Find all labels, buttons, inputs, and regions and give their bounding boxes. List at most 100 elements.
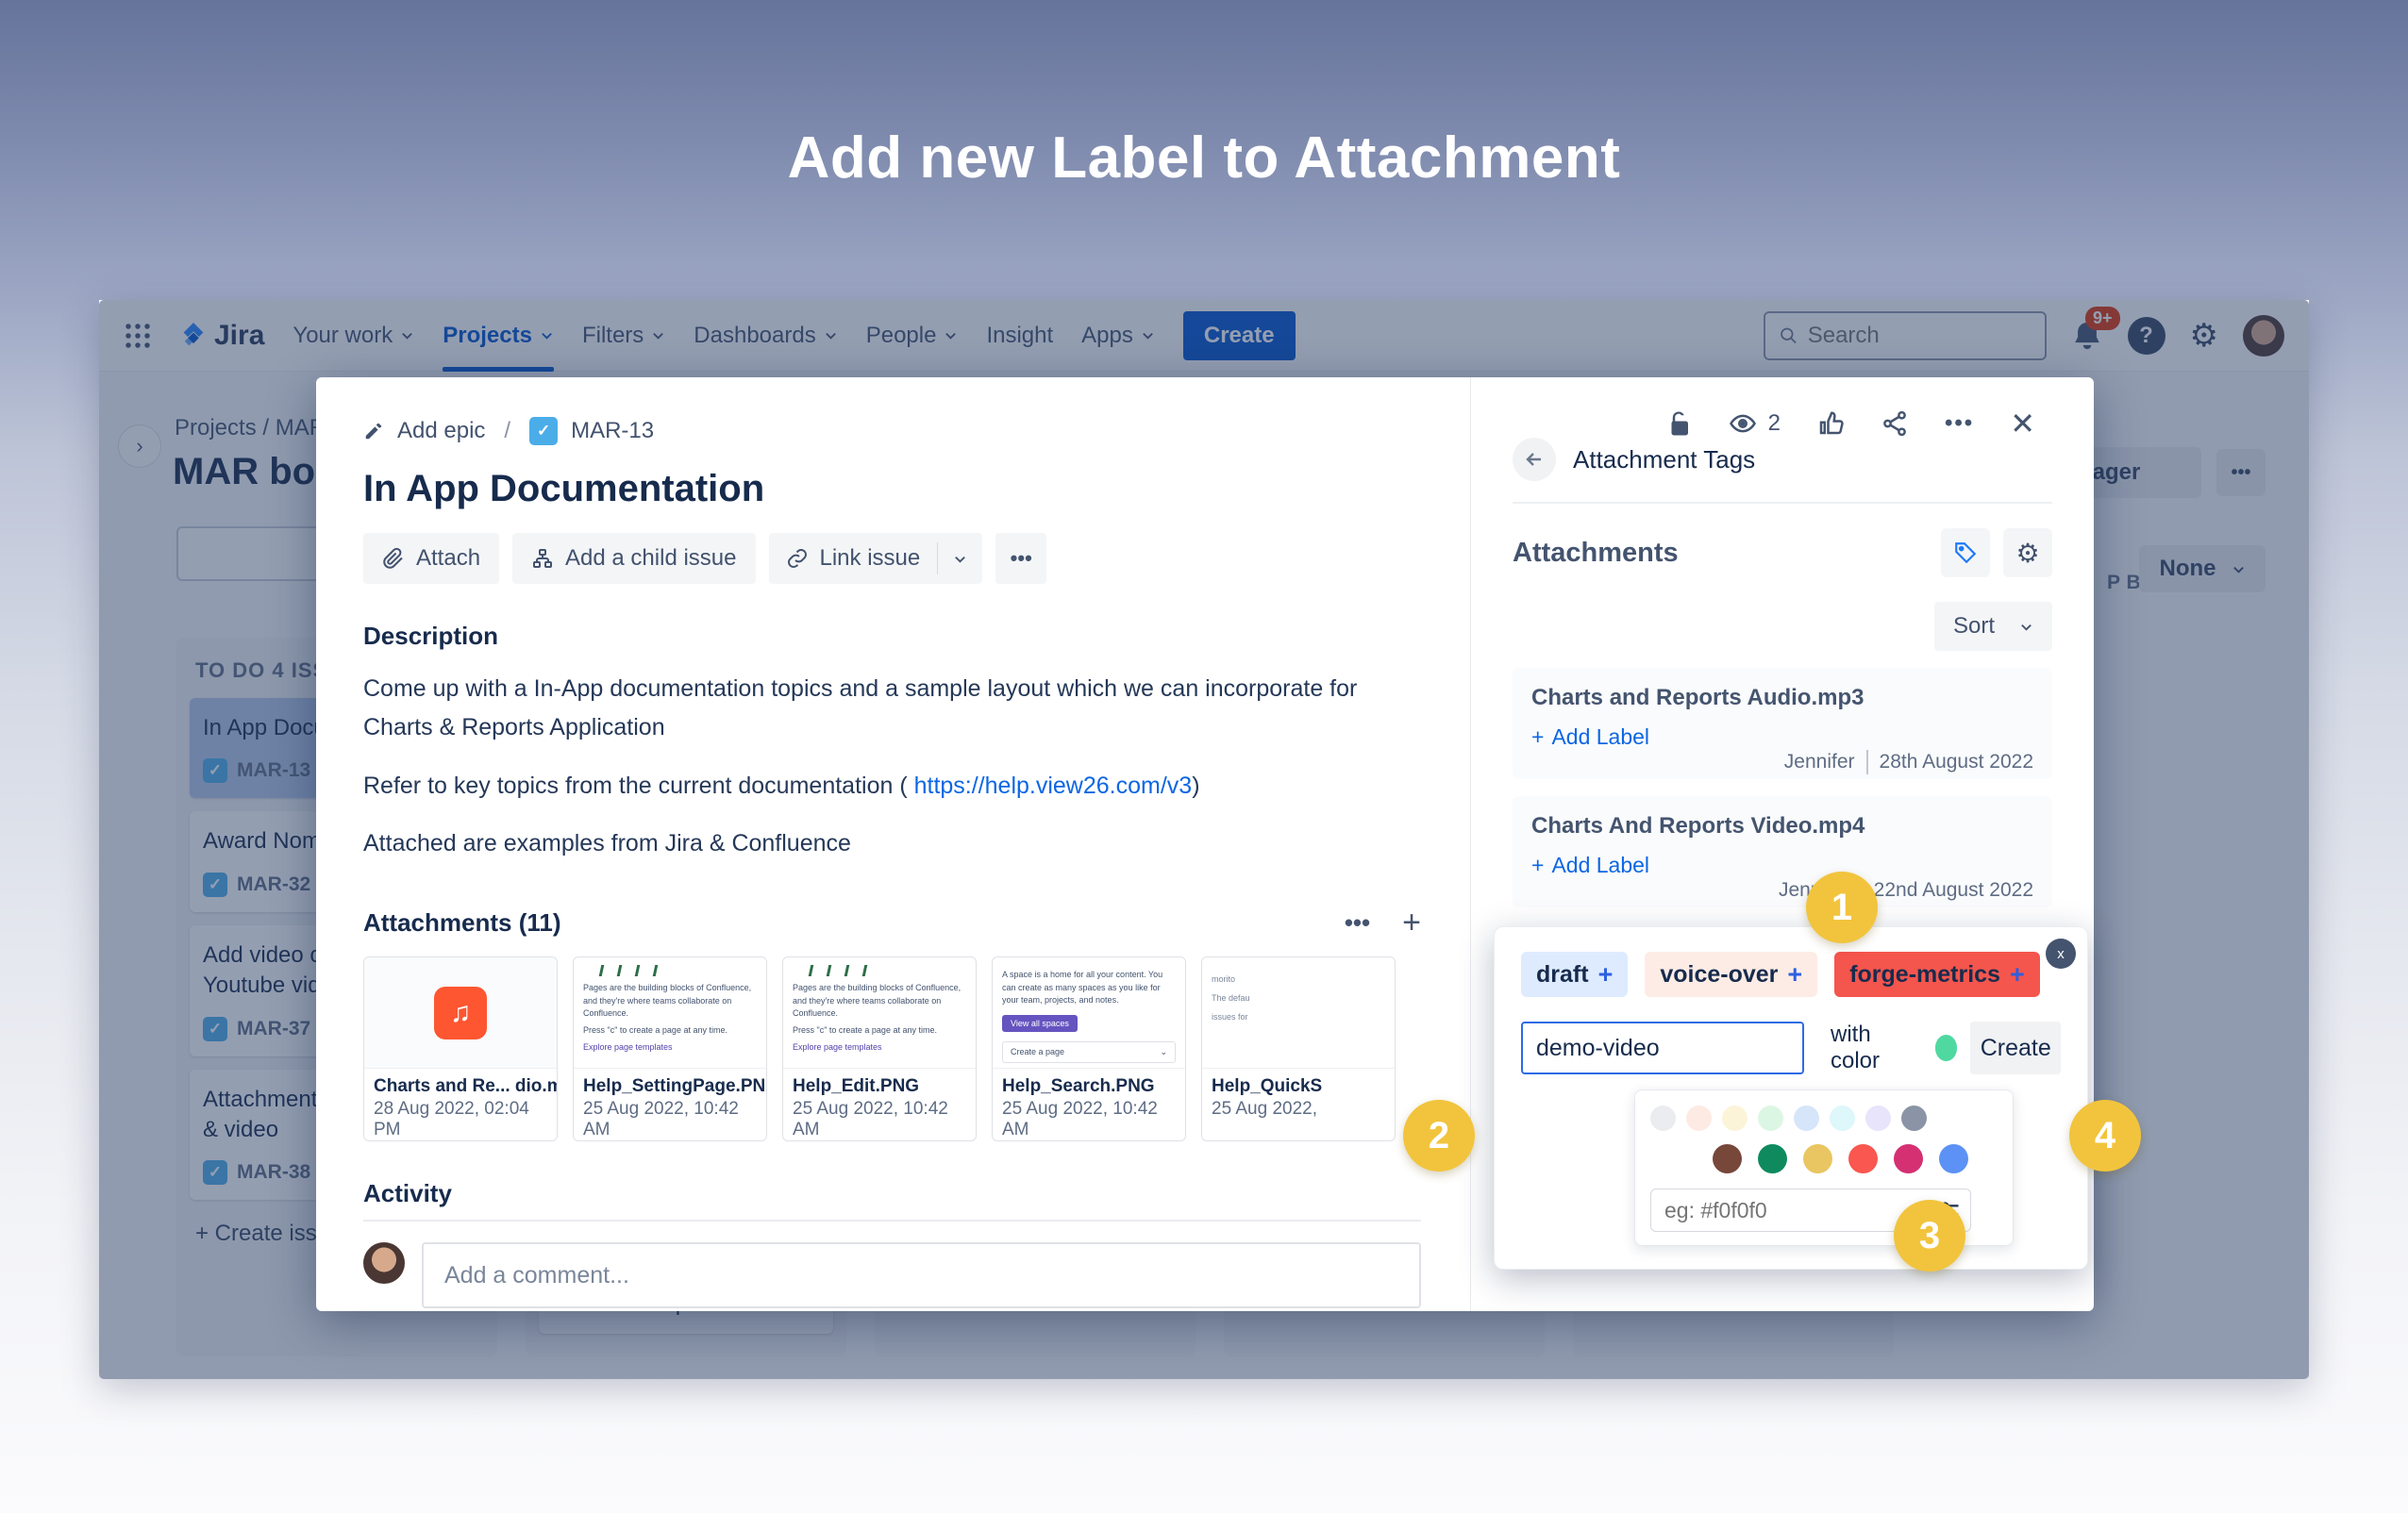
attachment-tags-panel: Attachment Tags Attachments ⚙ Sort — [1471, 377, 2094, 1311]
panel-settings-button[interactable]: ⚙ — [2003, 528, 2052, 577]
attachments-more-button[interactable]: ••• — [1345, 908, 1370, 938]
page-background: Add new Label to Attachment Jira Your wo… — [0, 0, 2408, 1513]
description-heading: Description — [363, 622, 1421, 651]
issue-detail-pane: Add epic / ✓ MAR-13 In App Documentation… — [316, 377, 1471, 1311]
color-swatch[interactable] — [1722, 1106, 1747, 1131]
color-swatch[interactable] — [1803, 1144, 1832, 1173]
attachments-add-button[interactable]: + — [1402, 905, 1421, 941]
color-swatch[interactable] — [1713, 1144, 1742, 1173]
link-issue-dropdown-caret[interactable] — [938, 552, 982, 566]
link-issue-split-button[interactable]: Link issue — [769, 533, 983, 584]
sort-row: Sort — [1513, 602, 2052, 651]
gear-icon: ⚙ — [2015, 538, 2039, 569]
jira-app-window: Jira Your work Projects Filters Dashboar… — [99, 300, 2309, 1379]
color-swatch[interactable] — [1830, 1106, 1855, 1131]
like-icon[interactable] — [1816, 409, 1845, 438]
tag-chip-draft[interactable]: draft+ — [1521, 952, 1628, 997]
screenshot-thumbnail: A space is a home for all your content. … — [993, 957, 1185, 1069]
color-swatch[interactable] — [1848, 1144, 1878, 1173]
tag-icon — [1953, 540, 1978, 565]
documentation-link[interactable]: https://help.view26.com/v3 — [914, 773, 1193, 799]
add-label-button[interactable]: +Add Label — [1531, 853, 2033, 878]
issue-toolbar: Attach Add a child issue Link issue — [363, 533, 1421, 584]
attachment-card-audio[interactable]: ♫ Charts and Re... dio.mp3 28 Aug 2022, … — [363, 956, 558, 1141]
watch-count: 2 — [1768, 410, 1781, 437]
unlock-icon[interactable] — [1664, 409, 1693, 438]
attachment-list-item: Charts And Reports Video.mp4 +Add Label … — [1513, 796, 2052, 907]
palette-row-light — [1650, 1106, 1998, 1131]
plus-icon[interactable]: + — [1787, 960, 1802, 989]
issue-key-link[interactable]: MAR-13 — [571, 418, 654, 444]
plus-icon[interactable]: + — [2010, 960, 2025, 989]
tag-filter-button[interactable] — [1941, 528, 1990, 577]
screenshot-thumbnail: morito The defau issues for — [1202, 957, 1395, 1069]
existing-tags: draft+ voice-over+ forge-metrics+ — [1521, 952, 2061, 997]
attachments-section-title: Attachments — [1513, 538, 1679, 569]
color-swatch[interactable] — [1758, 1144, 1787, 1173]
attachment-meta: Jennifer28th August 2022 — [1784, 750, 2033, 774]
step-badge-3: 3 — [1894, 1200, 1965, 1272]
description-paragraph: Refer to key topics from the current doc… — [363, 767, 1382, 806]
step-badge-4: 4 — [2069, 1100, 2141, 1172]
add-label-button[interactable]: +Add Label — [1531, 724, 2033, 750]
color-swatch[interactable] — [1939, 1144, 1968, 1173]
description-section: Description Come up with a In-App docume… — [363, 622, 1421, 863]
color-swatch[interactable] — [1758, 1106, 1783, 1131]
activity-heading: Activity — [363, 1179, 1421, 1222]
attachment-thumbnails: ♫ Charts and Re... dio.mp3 28 Aug 2022, … — [363, 956, 1421, 1141]
add-child-issue-button[interactable]: Add a child issue — [512, 533, 755, 584]
plus-icon[interactable]: + — [1598, 960, 1614, 989]
with-color-label: with color — [1831, 1022, 1913, 1074]
color-swatch[interactable] — [1901, 1106, 1927, 1131]
color-swatch[interactable] — [1894, 1144, 1923, 1173]
attachment-card[interactable]: Pages are the building blocks of Conflue… — [782, 956, 977, 1141]
attachments-section-header: Attachments ⚙ — [1513, 528, 2052, 577]
step-badge-2: 2 — [1403, 1100, 1475, 1172]
watch-icon[interactable] — [1729, 409, 1757, 438]
audio-thumbnail: ♫ — [364, 957, 557, 1069]
issue-breadcrumb: Add epic / ✓ MAR-13 — [363, 417, 1421, 445]
popup-close-button[interactable]: x — [2046, 939, 2076, 969]
color-swatch[interactable] — [1865, 1106, 1891, 1131]
illustration-fragment — [810, 965, 966, 976]
child-issue-icon — [531, 547, 554, 570]
link-icon — [786, 547, 809, 570]
attachment-card[interactable]: morito The defau issues for Help_QuickS … — [1201, 956, 1396, 1141]
toolbar-more-button[interactable]: ••• — [995, 533, 1046, 584]
illustration-fragment — [600, 965, 757, 976]
issue-modal: 2 ••• ✕ Add epic / ✓ MAR-13 In App Docum… — [316, 377, 2094, 1311]
attachments-header: Attachments (11) ••• + — [363, 905, 1421, 941]
color-swatch[interactable] — [1650, 1106, 1676, 1131]
create-label-popup: x draft+ voice-over+ forge-metrics+ — [1494, 926, 2088, 1270]
attachments-heading: Attachments (11) — [363, 908, 561, 938]
tag-chip-voice-over[interactable]: voice-over+ — [1645, 952, 1817, 997]
create-label-button[interactable]: Create — [1970, 1022, 2061, 1074]
modal-close-icon[interactable]: ✕ — [2010, 406, 2035, 441]
modal-more-button[interactable]: ••• — [1945, 410, 1974, 437]
attachment-card[interactable]: A space is a home for all your content. … — [992, 956, 1186, 1141]
comment-row — [363, 1242, 1421, 1308]
arrow-left-icon — [1523, 448, 1546, 471]
share-icon[interactable] — [1881, 409, 1909, 438]
attachment-card[interactable]: Pages are the building blocks of Conflue… — [573, 956, 767, 1141]
add-epic-link[interactable]: Add epic — [397, 418, 485, 444]
screenshot-thumbnail: Pages are the building blocks of Conflue… — [574, 957, 766, 1069]
page-title: Add new Label to Attachment — [0, 125, 2408, 191]
comment-input[interactable] — [422, 1242, 1421, 1308]
user-avatar — [363, 1242, 405, 1284]
color-swatch[interactable] — [1686, 1106, 1712, 1131]
edit-pencil-icon — [363, 421, 384, 441]
panel-header: Attachment Tags — [1513, 438, 2052, 504]
step-badge-1: 1 — [1806, 872, 1878, 943]
new-label-row: with color Create — [1521, 1022, 2061, 1074]
selected-color-swatch[interactable] — [1935, 1035, 1958, 1061]
sort-dropdown[interactable]: Sort — [1934, 602, 2052, 651]
issue-title[interactable]: In App Documentation — [363, 468, 1421, 510]
tag-chip-forge-metrics[interactable]: forge-metrics+ — [1834, 952, 2040, 997]
chevron-down-icon — [2019, 620, 2033, 634]
panel-title: Attachment Tags — [1573, 445, 1755, 474]
color-swatch[interactable] — [1794, 1106, 1819, 1131]
new-label-input[interactable] — [1521, 1022, 1804, 1074]
back-button[interactable] — [1513, 438, 1556, 481]
attach-button[interactable]: Attach — [363, 533, 499, 584]
